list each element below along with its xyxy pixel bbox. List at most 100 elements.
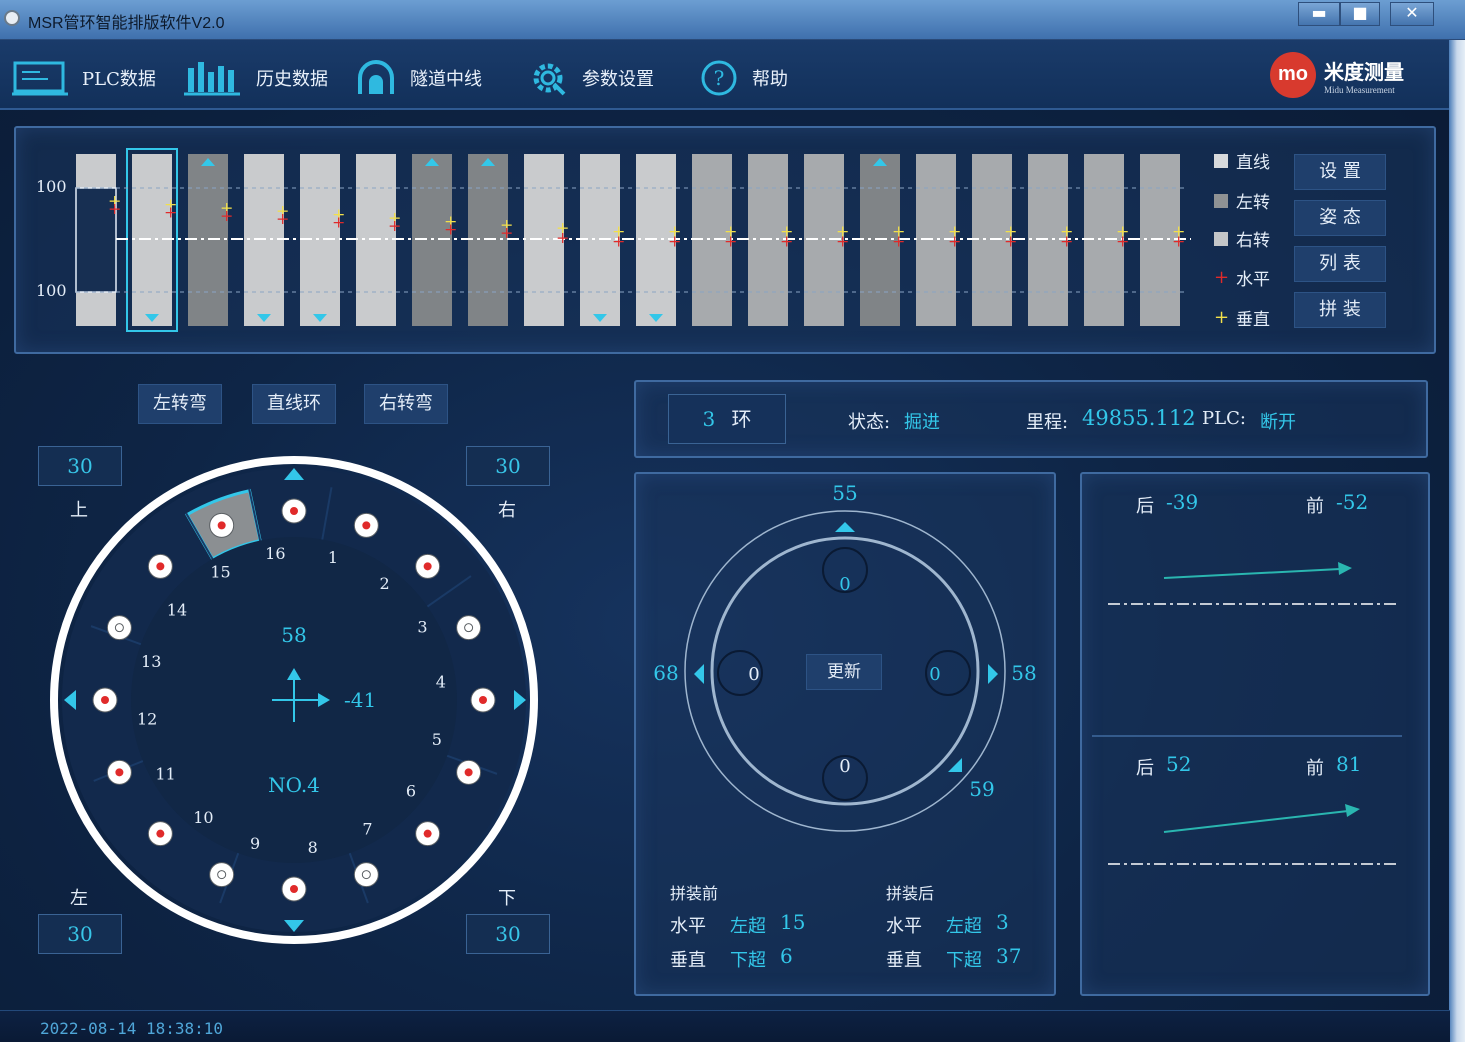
- assemble-button[interactable]: 拼 装: [1294, 292, 1386, 328]
- bolt-marker: [217, 521, 226, 530]
- legend-left: 左转: [1214, 188, 1270, 213]
- menu-plc-data[interactable]: PLC数据: [12, 58, 156, 98]
- minimize-button[interactable]: ▬: [1298, 2, 1340, 26]
- menu-params-label: 参数设置: [582, 69, 654, 90]
- bolt-marker: [362, 521, 371, 530]
- menu-bar: PLC数据 历史数据 隧道中线 参数设置 ? 帮助 mo 米度测量 Midu M…: [0, 40, 1450, 110]
- marker-horizontal: +: [556, 228, 569, 247]
- app-icon: [4, 10, 20, 26]
- legend-straight: 直线: [1214, 148, 1270, 173]
- menu-help-label: 帮助: [752, 69, 788, 90]
- status-panel: 3 环 状态: 掘进 里程: 49855.112 PLC: 断开: [634, 380, 1428, 458]
- legend-vertical: + 垂直: [1214, 305, 1270, 330]
- state-label: 状态:: [848, 412, 891, 433]
- legend-swatch-right: [1214, 231, 1228, 246]
- marker-horizontal: +: [332, 213, 345, 232]
- gap-bottom-right-value: 59: [969, 777, 994, 801]
- marker-horizontal: +: [388, 216, 401, 235]
- trend-bottom-back-label: 后: [1136, 758, 1154, 779]
- segment-label: 10: [193, 808, 213, 827]
- trend-top-line: [1163, 568, 1341, 579]
- bolt-marker: [217, 870, 227, 880]
- marker-horizontal: +: [220, 206, 233, 225]
- ring-unit: 环: [731, 407, 752, 431]
- bolt-marker: [156, 562, 165, 571]
- gap-right-value: 58: [1011, 661, 1036, 685]
- bolt-marker: [290, 885, 298, 893]
- segment-label: 16: [265, 544, 285, 563]
- bolt-marker: [423, 562, 432, 571]
- marker-horizontal: +: [444, 219, 457, 238]
- trend-bottom-arrow-icon: [1345, 804, 1360, 817]
- title-bar: MSR管环智能排版软件V2.0 ▬ ■ ✕: [0, 0, 1465, 40]
- segment-label: 13: [141, 652, 161, 671]
- menu-plc-label: PLC数据: [82, 69, 156, 90]
- bar-chart-icon: [184, 62, 240, 96]
- marker-horizontal: +: [1172, 232, 1185, 251]
- segment-label: 5: [432, 730, 442, 749]
- settings-button[interactable]: 设 置: [1294, 154, 1386, 190]
- mileage-value: 49855.112: [1082, 406, 1196, 430]
- menu-tunnel[interactable]: 隧道中线: [356, 58, 482, 98]
- marker-horizontal: +: [836, 232, 849, 251]
- gap-diagonal-arrow-icon: [948, 758, 962, 772]
- right-turn-ring-button[interactable]: 右转弯: [364, 384, 448, 424]
- ring-strip-panel: 100 100 + + + + + + + + + + + + + + + + + + + + + + + + + + + + + + + +…: [14, 126, 1436, 354]
- gap-right-arrow-icon: [988, 664, 998, 684]
- menu-history[interactable]: 历史数据: [184, 58, 328, 98]
- gap-panel: 55 68 58 59 0 0 0 0 更新 拼装前 水平 左超 15 垂直 下…: [634, 472, 1056, 996]
- tunnel-icon: [358, 60, 394, 94]
- segment-label: 3: [417, 618, 427, 637]
- before-vertical-value: 6: [780, 944, 793, 968]
- bolt-marker: [464, 768, 473, 777]
- after-title: 拼装后: [886, 884, 935, 903]
- marker-horizontal: +: [1004, 232, 1017, 251]
- strip-top-label: 100: [36, 177, 67, 196]
- before-horizontal-dir: 左超: [730, 916, 766, 937]
- footer-datetime: 2022-08-14 18:38:10: [40, 1019, 224, 1038]
- gap-left-arrow-icon: [694, 664, 704, 684]
- bolt-marker: [464, 623, 474, 633]
- ring-number: 3: [702, 407, 716, 431]
- menu-tunnel-label: 隧道中线: [410, 69, 482, 90]
- after-horizontal-label: 水平: [886, 916, 922, 937]
- plus-red-icon: +: [1214, 267, 1230, 288]
- after-vertical-dir: 下超: [946, 950, 982, 971]
- legend-left-label: 左转: [1236, 193, 1270, 213]
- before-horizontal-label: 水平: [670, 916, 706, 937]
- before-vertical-dir: 下超: [730, 950, 766, 971]
- cylinder-left-value: 0: [748, 664, 759, 685]
- menu-params[interactable]: 参数设置: [528, 58, 654, 98]
- trend-panel: 后 -39 前 -52 后 52 前 81: [1080, 472, 1430, 996]
- list-button[interactable]: 列 表: [1294, 246, 1386, 282]
- ring-offset-value: -41: [344, 688, 376, 712]
- segment-ring-diagram: 12345678910111213141516 58 -41 NO.4: [50, 456, 538, 944]
- plc-label: PLC:: [1202, 408, 1246, 429]
- marker-horizontal: +: [1060, 232, 1073, 251]
- ring-number-box[interactable]: 3 环: [668, 394, 786, 444]
- maximize-button[interactable]: ■: [1340, 2, 1380, 26]
- trend-bottom-back-value: 52: [1166, 752, 1192, 776]
- close-button[interactable]: ✕: [1390, 2, 1434, 26]
- legend-horizontal: + 水平: [1214, 265, 1270, 290]
- marker-horizontal: +: [668, 232, 681, 251]
- after-vertical-label: 垂直: [886, 950, 922, 971]
- brand-logo: mo 米度测量 Midu Measurement: [1270, 52, 1404, 98]
- before-horizontal-value: 15: [780, 910, 806, 934]
- bolt-marker: [290, 507, 298, 515]
- segment-label: 7: [362, 819, 372, 838]
- segment-label: 1: [328, 548, 338, 567]
- trend-lines: [1092, 562, 1402, 865]
- straight-ring-button[interactable]: 直线环: [252, 384, 336, 424]
- trend-bottom-front-label: 前: [1306, 758, 1324, 779]
- gap-top-value: 55: [832, 481, 857, 505]
- marker-horizontal: +: [612, 232, 625, 251]
- menu-help[interactable]: ? 帮助: [700, 58, 788, 98]
- marker-horizontal: +: [724, 232, 737, 251]
- help-icon: ?: [701, 60, 737, 96]
- segment-label: 15: [210, 563, 230, 582]
- left-turn-ring-button[interactable]: 左转弯: [138, 384, 222, 424]
- legend-swatch-left: [1214, 193, 1228, 208]
- update-button[interactable]: 更新: [806, 654, 882, 690]
- pose-button[interactable]: 姿 态: [1294, 200, 1386, 236]
